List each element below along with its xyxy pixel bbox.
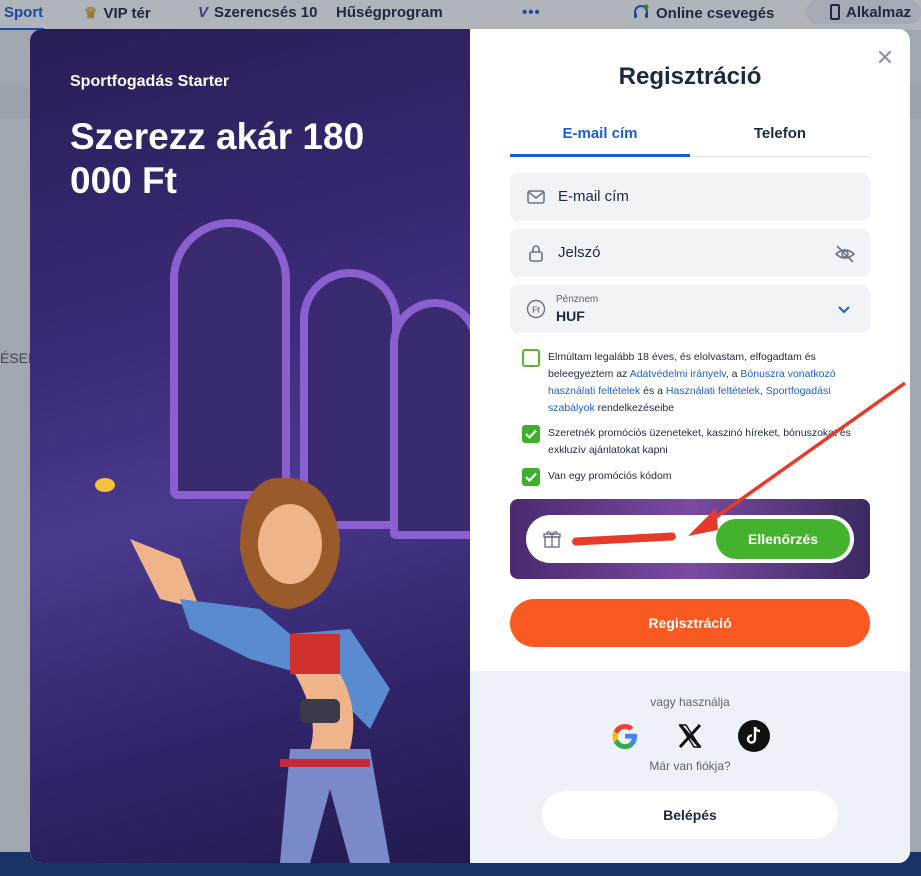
promo-subtitle: Sportfogadás Starter bbox=[70, 73, 230, 90]
gift-icon bbox=[543, 531, 561, 548]
google-icon[interactable] bbox=[608, 719, 642, 753]
tab-email[interactable]: E-mail cím bbox=[510, 125, 690, 142]
eye-off-icon[interactable] bbox=[834, 243, 856, 265]
form-title: Regisztráció bbox=[618, 63, 762, 90]
x-icon[interactable] bbox=[673, 719, 707, 753]
svg-text:Ft: Ft bbox=[532, 306, 540, 315]
registration-form: ✕ Regisztráció E-mail cím Telefon E-mail… bbox=[470, 29, 910, 863]
redacted-code-mark bbox=[571, 532, 677, 546]
privacy-policy-link[interactable]: Adatvédelmi irányelv bbox=[630, 368, 726, 380]
consent-text-part: és a bbox=[640, 385, 666, 397]
email-field[interactable]: E-mail cím bbox=[510, 173, 870, 221]
registration-modal: Sportfogadás Starter Szerezz akár 180 00… bbox=[30, 29, 910, 863]
checkmark-icon bbox=[525, 472, 537, 483]
slot-machine-illustration bbox=[170, 219, 290, 499]
promo-code-checkbox[interactable] bbox=[522, 468, 540, 486]
tiktok-icon[interactable] bbox=[737, 719, 771, 753]
consent-text-part: rendelkezéseibe bbox=[594, 402, 675, 414]
active-tab-indicator bbox=[510, 154, 690, 157]
age-consent-text: Elmúltam legalább 18 éves, és elolvastam… bbox=[548, 349, 866, 417]
promo-consent-checkbox[interactable] bbox=[522, 425, 540, 443]
currency-caption: Pénznem bbox=[556, 294, 599, 305]
promo-panel: Sportfogadás Starter Szerezz akár 180 00… bbox=[30, 29, 470, 863]
email-placeholder: E-mail cím bbox=[558, 188, 629, 205]
promo-code-input[interactable]: Ellenőrzés bbox=[526, 515, 854, 563]
terms-link[interactable]: Használati feltételek bbox=[666, 385, 760, 397]
age-consent-checkbox[interactable] bbox=[522, 349, 540, 367]
or-use-label: vagy használja bbox=[650, 695, 730, 709]
promo-consent-text: Szeretnék promóciós üzeneteket, kaszinó … bbox=[548, 427, 851, 456]
consent-text-part: , a bbox=[725, 368, 741, 380]
currency-select[interactable]: Ft Pénznem HUF bbox=[510, 285, 870, 333]
register-button[interactable]: Regisztráció bbox=[510, 599, 870, 647]
mail-icon bbox=[527, 190, 545, 204]
password-placeholder: Jelszó bbox=[558, 244, 601, 261]
currency-ft-icon: Ft bbox=[526, 299, 546, 319]
promo-headline: Szerezz akár 180 000 Ft bbox=[70, 116, 365, 201]
character-illustration bbox=[95, 477, 390, 863]
promo-code-card: Ellenőrzés bbox=[510, 499, 870, 579]
chevron-down-icon bbox=[838, 306, 850, 314]
check-code-button[interactable]: Ellenőrzés bbox=[716, 519, 850, 559]
checkmark-icon bbox=[525, 429, 537, 440]
have-account-label: Már van fiókja? bbox=[649, 759, 731, 773]
tab-phone[interactable]: Telefon bbox=[690, 125, 870, 142]
login-button[interactable]: Belépés bbox=[542, 791, 838, 839]
registration-tabs: E-mail cím Telefon bbox=[510, 121, 870, 157]
lock-icon bbox=[529, 245, 543, 262]
promo-code-toggle-text: Van egy promóciós kódom bbox=[548, 470, 672, 482]
password-field[interactable]: Jelszó bbox=[510, 229, 870, 277]
social-login-section: vagy használja Már van fiókja? Belépés bbox=[470, 671, 910, 863]
currency-value: HUF bbox=[556, 308, 585, 324]
